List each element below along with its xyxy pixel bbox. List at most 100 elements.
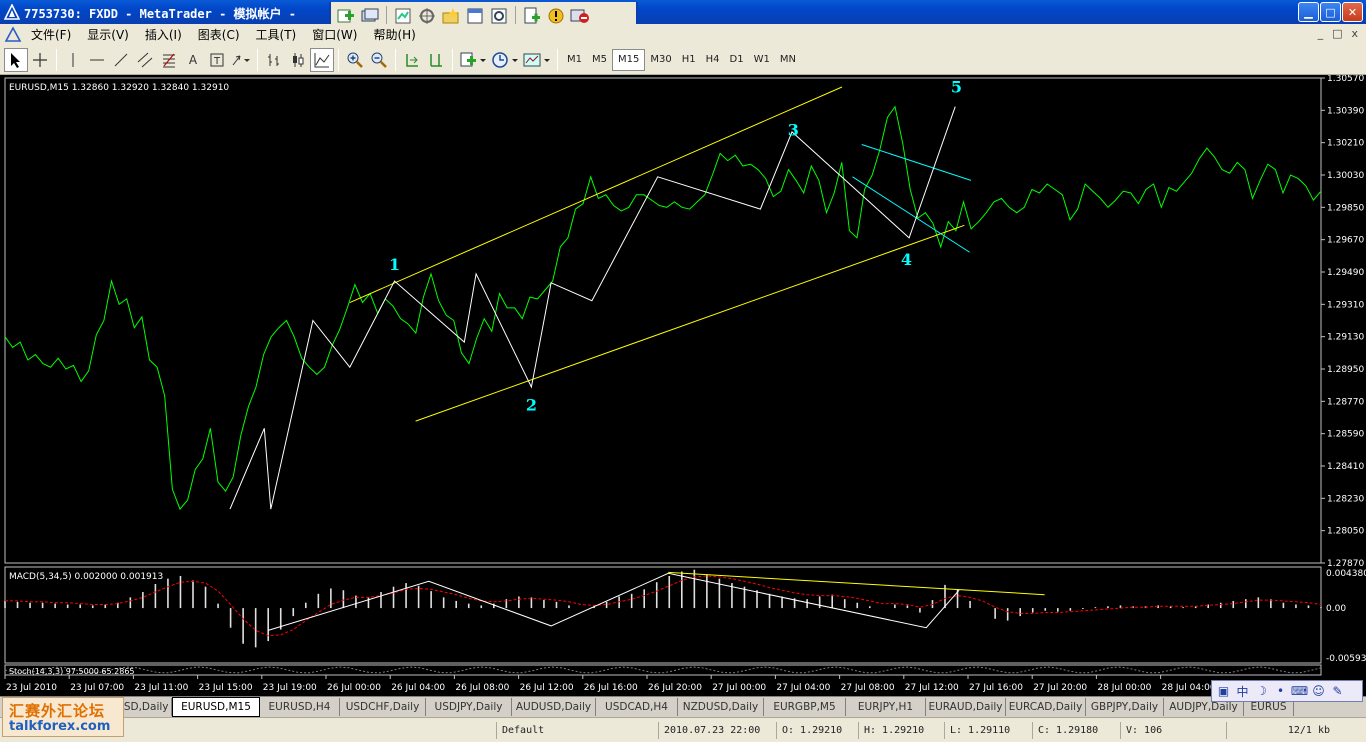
time-tick-label: 27 Jul 12:00 — [905, 683, 959, 693]
indicators-icon — [460, 52, 486, 66]
title-bar[interactable]: 7753730: FXDD - MetaTrader - 模拟帐户 - ▁ □ … — [0, 0, 1366, 24]
equidistant-channel-button[interactable] — [133, 48, 157, 72]
menu-charts[interactable]: 图表(C) — [190, 26, 248, 43]
menu-file[interactable]: 文件(F) — [23, 26, 79, 43]
status-low: L: 1.29110 — [944, 722, 1030, 739]
trendline-button[interactable] — [109, 48, 133, 72]
timeframe-mn-button[interactable]: MN — [775, 49, 801, 71]
forum-watermark-logo: 汇赛外汇论坛 talkforex.com — [2, 697, 124, 737]
time-tick-label: 27 Jul 04:00 — [776, 683, 830, 693]
time-tick-label: 27 Jul 20:00 — [1033, 683, 1087, 693]
menu-tools[interactable]: 工具(T) — [248, 26, 305, 43]
time-tick-label: 26 Jul 00:00 — [327, 683, 381, 693]
text-label-button[interactable]: T — [205, 48, 229, 72]
wave-label-5: 5 — [951, 77, 962, 96]
user-icon[interactable]: ☺ — [1310, 683, 1327, 700]
bar-chart-button[interactable] — [262, 48, 286, 72]
chart-tab[interactable]: AUDUSD,Daily — [512, 698, 596, 716]
menu-window[interactable]: 窗口(W) — [304, 26, 365, 43]
chart-tab[interactable]: USDJPY,Daily — [426, 698, 512, 716]
child-close-button[interactable]: x — [1351, 27, 1358, 40]
close-button[interactable]: ✕ — [1342, 2, 1363, 22]
zoom-out-button[interactable] — [367, 48, 391, 72]
arrows-icon — [232, 55, 250, 65]
chart-tab[interactable]: NZDUSD,Daily — [678, 698, 764, 716]
timeframe-h4-button[interactable]: H4 — [701, 49, 725, 71]
timeframe-m1-button[interactable]: M1 — [562, 49, 587, 71]
alert-icon — [548, 8, 564, 23]
indicators-button[interactable] — [457, 48, 489, 72]
menu-insert[interactable]: 插入(I) — [137, 26, 190, 43]
chart-tab[interactable]: USDCHF,Daily — [340, 698, 426, 716]
vertical-line-button[interactable] — [61, 48, 85, 72]
text-icon: A — [188, 52, 198, 67]
timeframe-w1-button[interactable]: W1 — [749, 49, 775, 71]
crosshair-icon — [33, 52, 47, 67]
price-tick-label: 1.28590 — [1327, 430, 1364, 440]
watermark-title: 汇赛外汇论坛 — [9, 702, 106, 720]
timeframe-d1-button[interactable]: D1 — [725, 49, 749, 71]
keyboard-icon[interactable]: ⌨ — [1291, 683, 1308, 700]
price-tick-label: 1.29850 — [1327, 203, 1364, 213]
stoch-panel-frame — [4, 664, 1322, 676]
equidistant-channel-icon — [137, 52, 153, 67]
ime-logo-icon[interactable]: ▣ — [1215, 683, 1232, 700]
zoom-in-button[interactable] — [343, 48, 367, 72]
chart-tab[interactable]: GBPJPY,Daily — [1086, 698, 1164, 716]
line-chart-button[interactable] — [310, 47, 334, 72]
moon-icon[interactable]: ☽ — [1253, 683, 1270, 700]
time-tick-label: 26 Jul 04:00 — [391, 683, 445, 693]
minimize-button[interactable]: ▁ — [1298, 2, 1319, 22]
maximize-button[interactable]: □ — [1320, 2, 1341, 22]
child-restore-button[interactable]: □ — [1332, 27, 1342, 40]
price-tick-label: 1.28230 — [1327, 494, 1364, 504]
favorites-icon — [442, 7, 459, 23]
crosshair-button[interactable] — [28, 48, 52, 72]
horizontal-line-button[interactable] — [85, 48, 109, 72]
fibonacci-button[interactable] — [157, 48, 181, 72]
timeframe-m30-button[interactable]: M30 — [645, 49, 676, 71]
window-title: 7753730: FXDD - MetaTrader - 模拟帐户 - — [24, 7, 296, 21]
price-tick-label: 1.28770 — [1327, 397, 1364, 407]
text-button[interactable]: A — [181, 48, 205, 72]
templates-icon — [523, 53, 550, 66]
chart-tab[interactable]: EURUSD,M15 — [172, 697, 260, 717]
autoscroll-button[interactable] — [400, 48, 424, 72]
child-minimize-button[interactable]: _ — [1318, 27, 1324, 40]
timeframe-h1-button[interactable]: H1 — [677, 49, 701, 71]
close-icon: ✕ — [1347, 5, 1358, 19]
cursor-button[interactable] — [4, 47, 28, 72]
zoom-in-icon — [347, 52, 363, 68]
watermark-url: talkforex.com — [9, 719, 111, 734]
candlestick-button[interactable] — [286, 48, 310, 72]
status-traffic: 12/1 kb — [1226, 722, 1364, 739]
chart-window-icon[interactable] — [3, 25, 23, 44]
chart-canvas[interactable]: 1 2 3 4 5 EURUSD,M15 1.32860 1.32920 1.32840 … — [0, 75, 1366, 696]
chart-tab[interactable]: EURUSD,H4 — [260, 698, 340, 716]
menu-help[interactable]: 帮助(H) — [365, 26, 423, 43]
menu-view[interactable]: 显示(V) — [79, 26, 137, 43]
chart-tab[interactable]: EURJPY,H1 — [846, 698, 926, 716]
macd-wave-path — [268, 572, 960, 631]
vertical-line-icon — [72, 52, 74, 67]
chart-shift-button[interactable] — [424, 48, 448, 72]
chart-window[interactable]: 1 2 3 4 5 EURUSD,M15 1.32860 1.32920 1.32840 … — [0, 75, 1366, 696]
timeframe-m5-button[interactable]: M5 — [587, 49, 612, 71]
status-bar: Default 2010.07.23 22:00 O: 1.29210 H: 1… — [0, 717, 1366, 742]
price-tick-label: 1.30210 — [1327, 139, 1364, 149]
navigator-icon — [419, 7, 435, 24]
ime-toolbar[interactable]: ▣ 中 ☽ • ⌨ ☺ ✎ — [1211, 680, 1363, 702]
price-tick-label: 1.30570 — [1327, 75, 1364, 84]
macd-scale-label: -0.00593 — [1326, 654, 1366, 664]
chart-tab[interactable]: EURCAD,Daily — [1006, 698, 1086, 716]
timeframe-m15-button[interactable]: M15 — [612, 48, 646, 71]
chart-tab[interactable]: EURAUD,Daily — [926, 698, 1006, 716]
chart-tab[interactable]: USDCAD,H4 — [596, 698, 678, 716]
periods-button[interactable] — [489, 48, 521, 72]
ime-mode-indicator[interactable]: 中 — [1234, 683, 1251, 700]
templates-button[interactable] — [521, 48, 553, 72]
wrench-icon[interactable]: ✎ — [1329, 683, 1346, 700]
arrows-button[interactable] — [229, 48, 253, 72]
punctuation-icon[interactable]: • — [1272, 683, 1289, 700]
chart-tab[interactable]: EURGBP,M5 — [764, 698, 846, 716]
